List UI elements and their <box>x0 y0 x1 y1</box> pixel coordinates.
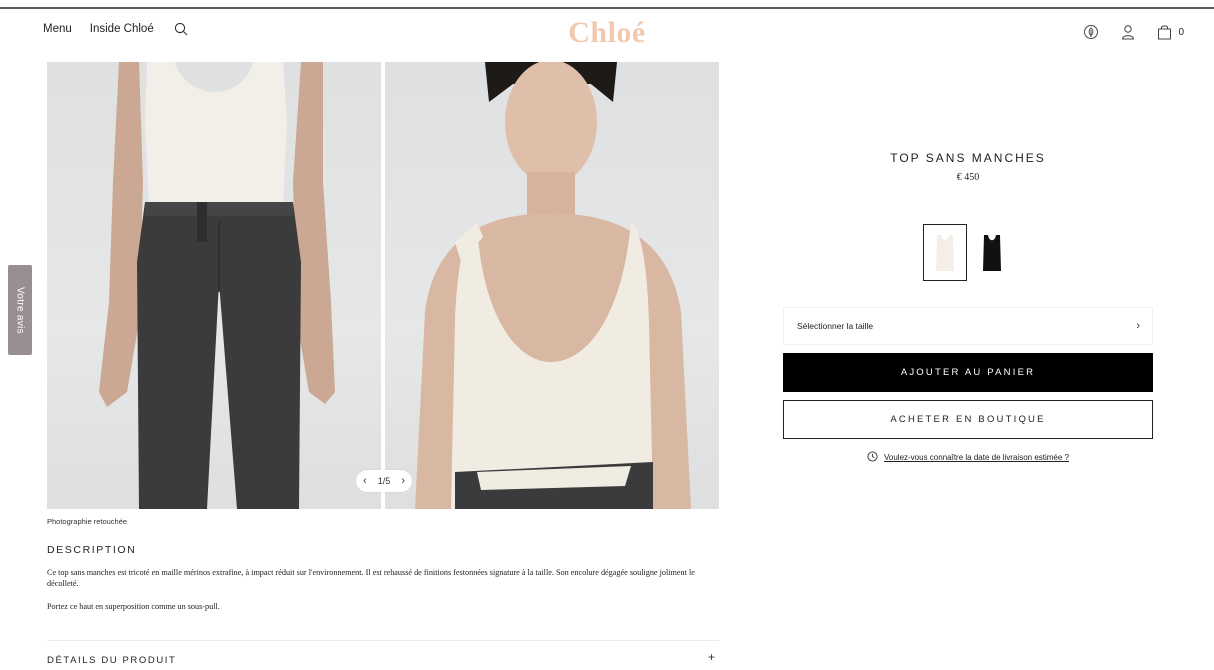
retouch-note: Photographie retouchée <box>47 517 128 526</box>
chevron-right-icon[interactable]: › <box>401 475 405 487</box>
brand-logo[interactable]: Chloé <box>0 16 1214 50</box>
chevron-left-icon[interactable]: ‹ <box>363 475 367 487</box>
site-header: Menu Inside Chloé Chloé 0 <box>0 12 1214 52</box>
product-gallery <box>47 62 719 509</box>
pager-count: 1/5 <box>377 476 391 486</box>
description-body: Ce top sans manches est tricoté en maill… <box>47 568 695 588</box>
cart[interactable]: 0 <box>1157 24 1184 40</box>
feedback-tab[interactable]: Votre avis <box>8 265 32 355</box>
gallery-pager: ‹ 1/5 › <box>356 470 412 492</box>
header-nav-right: 0 <box>1083 24 1184 40</box>
size-selector-label: Sélectionner la taille <box>797 321 874 331</box>
cart-count: 0 <box>1178 26 1184 38</box>
details-accordion-title[interactable]: DÉTAILS DU PRODUIT <box>47 655 176 666</box>
add-to-cart-button[interactable]: AJOUTER AU PANIER <box>783 353 1153 392</box>
details-expand-toggle[interactable]: + <box>708 650 715 664</box>
product-photo-2[interactable] <box>385 62 719 509</box>
color-swatch-ivory[interactable] <box>923 224 967 281</box>
delivery-estimate: Voulez-vous connaître la date de livrais… <box>783 451 1153 464</box>
size-selector[interactable]: Sélectionner la taille › <box>783 307 1153 345</box>
chevron-right-icon: › <box>1136 320 1140 332</box>
top-rule <box>0 7 1214 9</box>
user-icon[interactable] <box>1121 24 1135 40</box>
product-title: TOP SANS MANCHES <box>890 151 1046 165</box>
buy-in-store-button[interactable]: ACHETER EN BOUTIQUE <box>783 400 1153 439</box>
description-body-2: Portez ce haut en superposition comme un… <box>47 602 220 611</box>
bag-icon[interactable] <box>1157 24 1172 40</box>
product-photo-1[interactable] <box>47 62 381 509</box>
details-divider <box>47 640 719 641</box>
color-swatch-black[interactable] <box>970 224 1014 281</box>
leaf-icon[interactable] <box>1083 24 1099 40</box>
product-price: € 450 <box>956 172 980 183</box>
delivery-estimate-link[interactable]: Voulez-vous connaître la date de livrais… <box>884 453 1069 462</box>
clock-icon <box>867 451 878 464</box>
feedback-tab-label: Votre avis <box>14 286 26 334</box>
description-title: DESCRIPTION <box>47 544 137 556</box>
